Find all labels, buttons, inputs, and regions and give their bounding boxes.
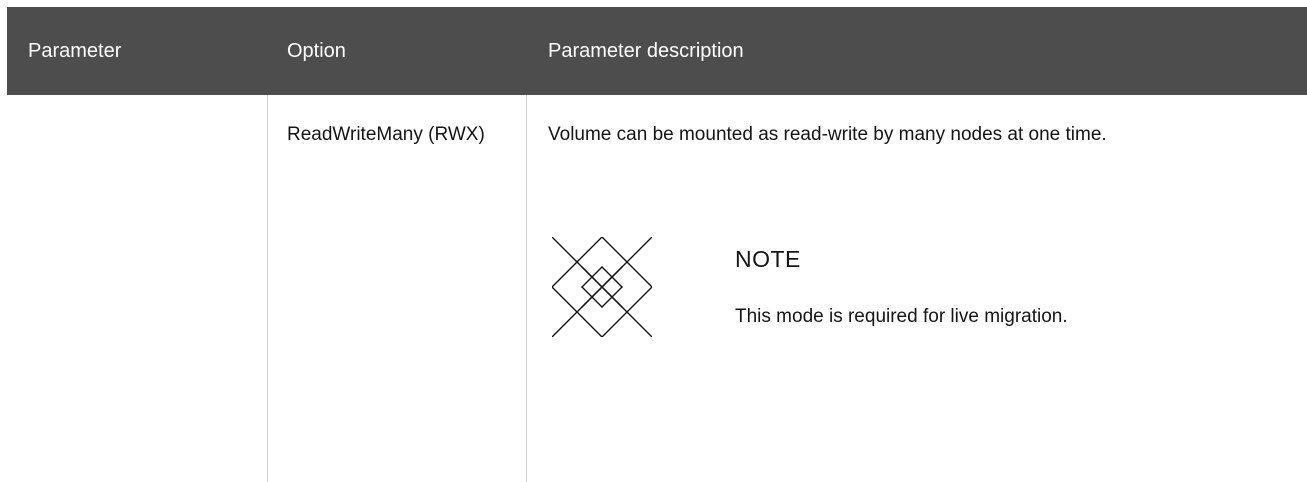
column-divider: [526, 95, 527, 482]
note-diamond-lattice-icon: [551, 236, 653, 338]
header-parameter-description: Parameter description: [548, 40, 744, 62]
note-text: This mode is required for live migration…: [735, 306, 1068, 327]
note-title: NOTE: [735, 246, 801, 272]
header-parameter: Parameter: [28, 40, 122, 62]
description-cell: Volume can be mounted as read-write by m…: [548, 124, 1107, 145]
column-divider: [267, 95, 268, 482]
parameter-table: Parameter Option Parameter description R…: [7, 7, 1307, 482]
page: Parameter Option Parameter description R…: [0, 0, 1307, 482]
option-cell: ReadWriteMany (RWX): [287, 124, 485, 145]
header-option: Option: [287, 40, 346, 62]
table-header-row: Parameter Option Parameter description: [7, 7, 1307, 95]
